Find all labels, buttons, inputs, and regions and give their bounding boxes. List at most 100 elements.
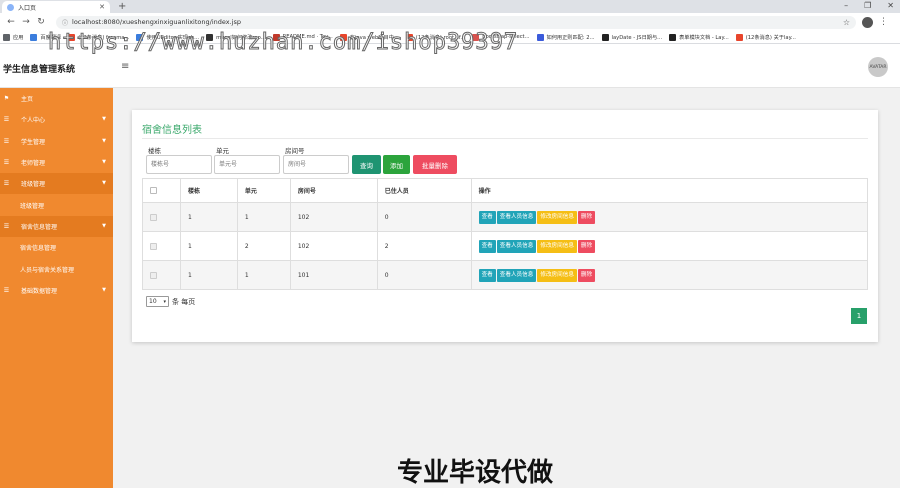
- table-row: 1 1 102 0 查看 查看人员信息 修改房间信息 删除: [142, 202, 869, 232]
- cell-room: 102: [289, 231, 378, 261]
- view-occupants-button[interactable]: 查看人员信息: [496, 210, 537, 224]
- sidebar-item[interactable]: ☰ 老师管理 ▼: [0, 152, 113, 173]
- bookmark-label: mysql如何修改roo...: [216, 34, 266, 41]
- edit-room-button[interactable]: 修改房间信息: [537, 268, 577, 282]
- avatar[interactable]: AVATAR: [868, 57, 888, 77]
- bookmark-item[interactable]: 表单模块文档 - Lay...: [669, 33, 729, 41]
- bookmark-star-icon[interactable]: ☆: [843, 18, 850, 27]
- sidebar-subitem[interactable]: 人员与宿舍关系管理: [0, 258, 113, 279]
- page-size-select[interactable]: 10 ▾: [146, 296, 169, 307]
- window-controls: – ❐ ✕: [844, 0, 894, 12]
- dorm-list-panel: 宿舍信息列表 楼栋 单元 房间号 查询 添加 批量删除 楼栋 单元 房间号 已住…: [132, 110, 878, 342]
- column-header[interactable]: 单元: [236, 178, 291, 203]
- delete-button[interactable]: 删除: [577, 268, 596, 282]
- flag-icon: ⚑: [3, 95, 10, 103]
- bookmark-item[interactable]: 应用: [3, 33, 23, 41]
- caret-down-icon: ▼: [102, 286, 106, 293]
- sidebar-item-label: 宿舍信息管理: [21, 223, 58, 231]
- table-header-row: 楼栋 单元 房间号 已住人员 操作: [142, 178, 869, 203]
- bookmark-label: 如何用正则匹配: 2...: [546, 34, 595, 41]
- bookmarks-bar: 应用 百度翻译 (12条消息) freema... 使用UEditor 实现ch...…: [0, 31, 900, 44]
- new-tab-icon[interactable]: +: [118, 0, 126, 13]
- forward-icon[interactable]: →: [20, 17, 32, 27]
- bookmark-item[interactable]: (12条消息) root of...: [405, 33, 465, 41]
- profile-icon[interactable]: [862, 16, 873, 28]
- bookmark-item[interactable]: 在java web项目中...: [339, 33, 399, 41]
- menu-icon: ☰: [3, 137, 10, 145]
- sidebar-item-label: 班级管理: [21, 181, 46, 189]
- row-checkbox[interactable]: [150, 242, 157, 250]
- view-occupants-button[interactable]: 查看人员信息: [496, 268, 537, 282]
- unit-input[interactable]: [214, 155, 280, 174]
- column-header[interactable]: 楼栋: [179, 178, 238, 203]
- bookmark-item[interactable]: 如何用正则匹配: 2...: [536, 33, 595, 41]
- bookmark-item[interactable]: README.md · Tev...: [272, 33, 333, 41]
- delete-button[interactable]: 删除: [577, 239, 596, 253]
- caret-down-icon: ▼: [102, 116, 106, 123]
- sidebar: ⚑ 主页 ☰ 个人中心 ▼ ☰ 学生管理 ▼ ☰ 老师管理 ▼ ☰ 班级管理 ▼ 班级管理 ☰ 宿舍信息管理 ▼ 宿…: [0, 88, 113, 488]
- sidebar-subitem[interactable]: 宿舍信息管理: [0, 237, 113, 258]
- sidebar-item[interactable]: ☰ 个人中心 ▼: [0, 109, 113, 130]
- sidebar-item[interactable]: ☰ 宿舍信息管理 ▼: [0, 215, 113, 238]
- edit-room-button[interactable]: 修改房间信息: [537, 210, 577, 224]
- bookmark-label: 在java web项目中...: [349, 34, 399, 41]
- app-brand: 学生信息管理系统: [3, 65, 76, 75]
- close-tab-icon[interactable]: ✕: [99, 3, 105, 11]
- building-input[interactable]: [146, 155, 212, 174]
- view-button[interactable]: 查看: [478, 239, 496, 253]
- bookmark-item[interactable]: mysql如何修改roo...: [206, 33, 266, 41]
- bookmark-item[interactable]: (12条消息) 关于lay...: [735, 33, 796, 41]
- bookmark-item[interactable]: 百度翻译: [30, 33, 62, 41]
- view-occupants-button[interactable]: 查看人员信息: [496, 239, 537, 253]
- reload-icon[interactable]: ↻: [35, 17, 47, 27]
- close-window-icon[interactable]: ✕: [887, 0, 894, 12]
- add-button[interactable]: 添加: [383, 155, 410, 174]
- column-header[interactable]: 房间号: [289, 178, 378, 203]
- delete-button[interactable]: 删除: [577, 210, 596, 224]
- row-checkbox[interactable]: [150, 271, 157, 279]
- row-select-cell: [142, 202, 181, 232]
- bookmark-favicon-icon: [206, 33, 214, 41]
- cell-occupants: 2: [376, 231, 472, 261]
- bookmark-item[interactable]: (12条消息) freema...: [68, 33, 129, 41]
- view-button[interactable]: 查看: [478, 210, 496, 224]
- browser-menu-icon[interactable]: ⋮: [879, 17, 888, 27]
- sidebar-item[interactable]: ☰ 班级管理 ▼: [0, 173, 113, 195]
- edit-room-button[interactable]: 修改房间信息: [537, 239, 577, 253]
- bookmark-label: 百度翻译: [40, 34, 62, 41]
- column-header[interactable]: 已住人员: [376, 178, 472, 203]
- hamburger-icon[interactable]: ≡: [121, 61, 129, 72]
- bookmark-item[interactable]: 使用UEditor 实现ch...: [136, 33, 199, 41]
- minimize-icon[interactable]: –: [844, 0, 848, 12]
- sidebar-item-label: 班级管理: [20, 202, 45, 210]
- batch-delete-button[interactable]: 批量删除: [413, 155, 457, 174]
- sidebar-subitem[interactable]: 班级管理: [0, 194, 113, 215]
- search-button[interactable]: 查询: [352, 155, 381, 174]
- restore-icon[interactable]: ❐: [864, 0, 871, 12]
- bookmark-favicon-icon: [735, 33, 743, 41]
- bookmark-item[interactable]: layDate - JS日期与...: [601, 33, 662, 41]
- info-icon[interactable]: ⓘ: [62, 18, 68, 27]
- room-input[interactable]: [283, 155, 349, 174]
- back-icon[interactable]: ←: [5, 17, 17, 27]
- sidebar-item[interactable]: ⚑ 主页: [0, 88, 113, 109]
- page-size-suffix: 条 每页: [172, 297, 196, 306]
- row-checkbox[interactable]: [150, 213, 157, 221]
- caret-down-icon: ▼: [102, 158, 106, 165]
- dorm-table: 楼栋 单元 房间号 已住人员 操作 1 1 102 0 查看 查看人员信息 修改房间信息 删除…: [142, 178, 869, 290]
- address-bar[interactable]: ⓘ localhost:8080/xueshengxinxiguanlixito…: [56, 15, 856, 29]
- bookmark-favicon-icon: [30, 33, 38, 41]
- view-button[interactable]: 查看: [478, 268, 496, 282]
- tab-title: 入口页: [18, 4, 37, 12]
- bookmark-label: README.md · Tev...: [282, 34, 333, 40]
- page-1-button[interactable]: 1: [851, 308, 867, 324]
- browser-tab[interactable]: 入口页 ✕: [2, 1, 110, 13]
- sidebar-item[interactable]: ☰ 学生管理 ▼: [0, 131, 113, 152]
- select-all-checkbox[interactable]: [150, 187, 157, 194]
- sidebar-item[interactable]: ☰ 基础数据管理 ▼: [0, 280, 113, 301]
- bookmark-item[interactable]: bootstrap-select...: [472, 33, 530, 41]
- bookmark-label: (12条消息) 关于lay...: [745, 34, 796, 41]
- building-label: 楼栋: [148, 147, 161, 155]
- menu-icon: ☰: [3, 222, 10, 230]
- page-size-control: 10 ▾ 条 每页: [146, 296, 195, 307]
